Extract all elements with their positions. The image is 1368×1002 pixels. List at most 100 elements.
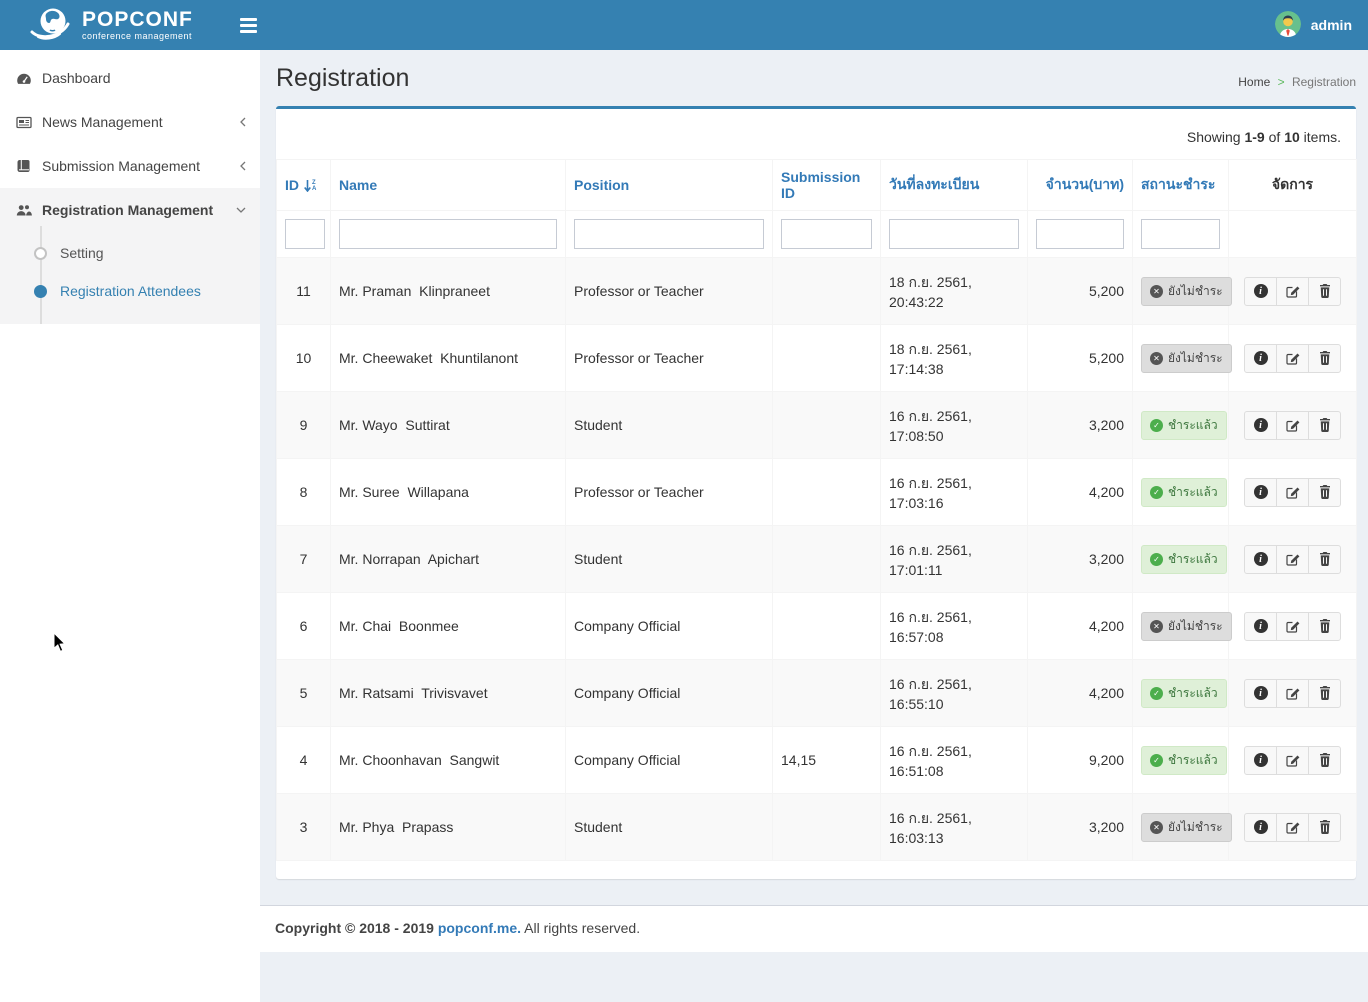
registration-panel: Showing 1-9 of 10 items. IDZA Name Posit… [276,106,1356,879]
status-icon: ✕ [1150,352,1163,365]
cell-submission-id [773,459,881,526]
table-row: 5 Mr. Ratsami Trivisvavet Company Offici… [277,660,1357,727]
column-header-submission-id[interactable]: Submission ID [773,160,881,211]
sidebar-item-registration-management[interactable]: Registration Management [0,188,260,232]
status-label: ชำระแล้ว [1168,416,1218,435]
user-menu[interactable]: admin [1271,0,1356,50]
filter-id-input[interactable] [285,219,325,249]
view-button[interactable]: i [1244,679,1277,708]
view-button[interactable]: i [1244,746,1277,775]
delete-button[interactable] [1308,679,1341,708]
delete-button[interactable] [1308,344,1341,373]
sidebar-item-registration-attendees[interactable]: Registration Attendees [0,272,260,310]
column-header-name[interactable]: Name [331,160,566,211]
cell-submission-id [773,593,881,660]
brand-subtitle: conference management [82,32,193,41]
edit-button[interactable] [1276,277,1309,306]
status-icon: ✕ [1150,620,1163,633]
info-icon: i [1254,753,1268,767]
dashboard-icon [16,72,42,85]
edit-button[interactable] [1276,478,1309,507]
status-label: ยังไม่ชำระ [1168,349,1223,368]
cell-date: 16 ก.ย. 2561, 16:57:08 [881,593,1028,660]
copyright-text: Copyright © 2018 - 2019 [275,920,438,936]
filter-date-input[interactable] [889,219,1019,249]
footer-link[interactable]: popconf.me. [438,920,521,936]
sidebar: Dashboard News Management Submission Man… [0,50,260,1002]
status-label: ยังไม่ชำระ [1168,282,1223,301]
cell-submission-id: 14,15 [773,727,881,794]
brand-logo[interactable]: POPCONF conference management [0,0,260,50]
view-button[interactable]: i [1244,277,1277,306]
edit-button[interactable] [1276,344,1309,373]
view-button[interactable]: i [1244,813,1277,842]
delete-button[interactable] [1308,746,1341,775]
view-button[interactable]: i [1244,545,1277,574]
filter-amount-input[interactable] [1036,219,1124,249]
view-button[interactable]: i [1244,478,1277,507]
row-actions: i [1244,813,1341,842]
view-button[interactable]: i [1244,411,1277,440]
filter-name-input[interactable] [339,219,557,249]
status-icon: ✓ [1150,553,1163,566]
edit-icon [1286,619,1300,633]
sidebar-item-submission-management[interactable]: Submission Management [0,144,260,188]
view-button[interactable]: i [1244,612,1277,641]
cell-amount: 3,200 [1028,392,1133,459]
delete-button[interactable] [1308,478,1341,507]
sidebar-item-label: Submission Management [42,158,234,174]
edit-button[interactable] [1276,746,1309,775]
cell-date: 16 ก.ย. 2561, 17:01:11 [881,526,1028,593]
cell-position: Professor or Teacher [566,325,773,392]
column-header-date[interactable]: วันที่ลงทะเบียน [881,160,1028,211]
status-badge: ✕ ยังไม่ชำระ [1141,813,1232,842]
status-badge: ✕ ยังไม่ชำระ [1141,612,1232,641]
users-icon [16,204,42,217]
info-icon: i [1254,686,1268,700]
table-header-row: IDZA Name Position Submission ID วันที่ล… [277,160,1357,211]
edit-button[interactable] [1276,411,1309,440]
column-header-position[interactable]: Position [566,160,773,211]
cell-date: 16 ก.ย. 2561, 17:03:16 [881,459,1028,526]
cell-id: 9 [277,392,331,459]
column-header-amount[interactable]: จำนวน(บาท) [1028,160,1133,211]
edit-button[interactable] [1276,545,1309,574]
edit-icon [1286,284,1300,298]
delete-button[interactable] [1308,277,1341,306]
edit-icon [1286,686,1300,700]
delete-button[interactable] [1308,411,1341,440]
filter-status-input[interactable] [1141,219,1220,249]
column-header-status[interactable]: สถานะชำระ [1133,160,1229,211]
sidebar-item-setting[interactable]: Setting [0,234,260,272]
delete-button[interactable] [1308,612,1341,641]
page-footer: Copyright © 2018 - 2019 popconf.me. All … [260,905,1368,952]
cell-submission-id [773,392,881,459]
edit-button[interactable] [1276,612,1309,641]
circle-filled-icon [34,285,47,298]
filter-submission-id-input[interactable] [781,219,872,249]
avatar [1275,11,1301,40]
sidebar-item-label: Registration Management [42,202,234,218]
cell-amount: 4,200 [1028,660,1133,727]
row-actions: i [1244,344,1341,373]
sidebar-item-label: Setting [60,245,104,261]
view-button[interactable]: i [1244,344,1277,373]
column-header-id[interactable]: IDZA [277,160,331,211]
sidebar-item-news-management[interactable]: News Management [0,100,260,144]
delete-button[interactable] [1308,813,1341,842]
sidebar-item-dashboard[interactable]: Dashboard [0,56,260,100]
status-icon: ✕ [1150,821,1163,834]
edit-button[interactable] [1276,813,1309,842]
cell-date: 16 ก.ย. 2561, 16:51:08 [881,727,1028,794]
filter-position-input[interactable] [574,219,764,249]
breadcrumb-home-link[interactable]: Home [1238,75,1270,89]
cell-submission-id [773,660,881,727]
sidebar-item-label: Dashboard [42,70,246,86]
row-actions: i [1244,679,1341,708]
rights-text: All rights reserved. [521,920,640,936]
cell-name: Mr. Wayo Suttirat [331,392,566,459]
sidebar-toggle-button[interactable] [240,14,262,36]
delete-button[interactable] [1308,545,1341,574]
edit-button[interactable] [1276,679,1309,708]
table-row: 4 Mr. Choonhavan Sangwit Company Officia… [277,727,1357,794]
